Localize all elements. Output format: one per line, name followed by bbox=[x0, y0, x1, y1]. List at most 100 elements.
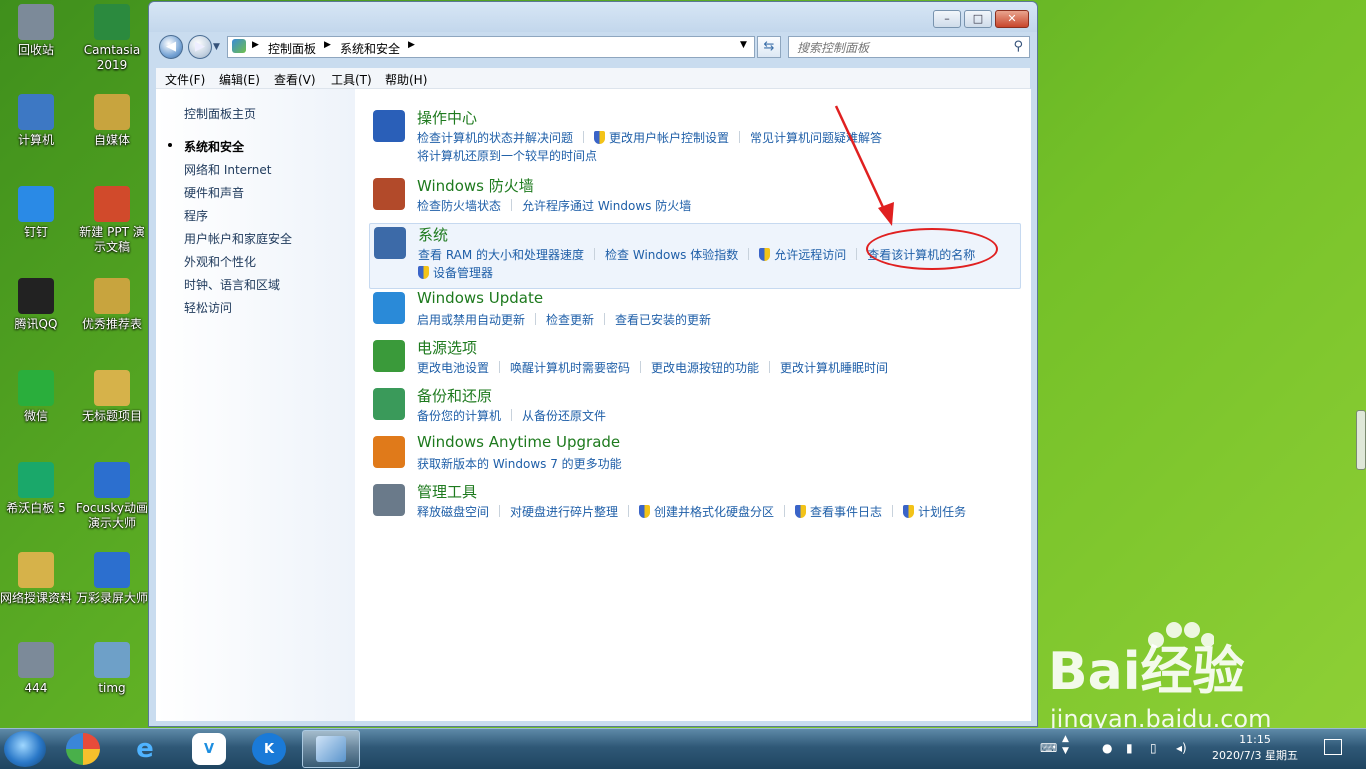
desktop-icon[interactable]: 腾讯QQ bbox=[0, 278, 72, 332]
desktop-icon[interactable]: 回收站 bbox=[0, 4, 72, 58]
task-link[interactable]: 备份您的计算机 bbox=[417, 409, 501, 423]
minimize-button[interactable]: – bbox=[933, 10, 961, 28]
category-title[interactable]: Windows 防火墙 bbox=[417, 175, 534, 196]
menu-help[interactable]: 帮助(H) bbox=[385, 71, 427, 88]
desktop-icon[interactable]: 新建 PPT 演示文稿 bbox=[76, 186, 148, 255]
flag-icon[interactable] bbox=[373, 110, 405, 142]
task-link[interactable]: 更改计算机睡眠时间 bbox=[780, 361, 888, 375]
close-button[interactable]: ✕ bbox=[995, 10, 1029, 28]
k-app-icon[interactable]: K bbox=[252, 733, 286, 765]
task-link[interactable]: 释放磁盘空间 bbox=[417, 505, 489, 519]
desktop-icon[interactable]: timg bbox=[76, 642, 148, 696]
task-link[interactable]: 计划任务 bbox=[918, 505, 966, 519]
ie-browser-icon[interactable]: e bbox=[128, 733, 162, 765]
desktop-icon[interactable]: Camtasia 2019 bbox=[76, 4, 148, 73]
nav-link[interactable]: 硬件和声音 bbox=[184, 184, 244, 201]
category-title[interactable]: 电源选项 bbox=[417, 337, 477, 358]
task-link[interactable]: 检查计算机的状态并解决问题 bbox=[417, 131, 573, 145]
menu-edit[interactable]: 编辑(E) bbox=[219, 71, 260, 88]
category-title[interactable]: 管理工具 bbox=[417, 481, 477, 502]
refresh-button[interactable]: ⇆ bbox=[757, 36, 781, 58]
desktop-icon[interactable]: 优秀推荐表 bbox=[76, 278, 148, 332]
task-link[interactable]: 创建并格式化硬盘分区 bbox=[654, 505, 774, 519]
taskbar-control-panel-active[interactable] bbox=[302, 730, 360, 768]
nav-link[interactable]: 外观和个性化 bbox=[184, 253, 256, 270]
task-link[interactable]: 启用或禁用自动更新 bbox=[417, 313, 525, 327]
menu-view[interactable]: 查看(V) bbox=[274, 71, 316, 88]
desktop-icon[interactable]: 万彩录屏大师 bbox=[76, 552, 148, 606]
task-link[interactable]: 对硬盘进行碎片整理 bbox=[510, 505, 618, 519]
task-link[interactable]: 允许远程访问 bbox=[774, 248, 846, 262]
network-icon[interactable]: ▮ bbox=[1126, 741, 1133, 755]
task-link[interactable]: 查看已安装的更新 bbox=[615, 313, 711, 327]
colorful-app-icon[interactable] bbox=[66, 733, 100, 765]
category-title[interactable]: Windows Anytime Upgrade bbox=[417, 433, 620, 451]
search-input[interactable] bbox=[795, 38, 1009, 58]
menu-file[interactable]: 文件(F) bbox=[165, 71, 205, 88]
category-title[interactable]: 备份和还原 bbox=[417, 385, 492, 406]
breadcrumb-control-panel[interactable]: 控制面板 bbox=[268, 40, 316, 57]
desktop-icon[interactable]: 无标题项目 bbox=[76, 370, 148, 424]
power-icon[interactable] bbox=[373, 340, 405, 372]
task-link[interactable]: 更改用户帐户控制设置 bbox=[609, 131, 729, 145]
clipboard-icon[interactable]: ▯ bbox=[1150, 741, 1157, 755]
admin-tools-icon[interactable] bbox=[373, 484, 405, 516]
menu-tools[interactable]: 工具(T) bbox=[331, 71, 372, 88]
nav-link[interactable]: 系统和安全 bbox=[184, 138, 244, 155]
action-center-icon[interactable] bbox=[1324, 739, 1342, 755]
system-clock[interactable]: 11:15 2020/7/3 星期五 bbox=[1200, 732, 1310, 764]
windows-logo-icon[interactable] bbox=[373, 436, 405, 468]
desktop-icon[interactable]: 钉钉 bbox=[0, 186, 72, 240]
nav-link[interactable]: 轻松访问 bbox=[184, 299, 232, 316]
v-app-icon[interactable]: V bbox=[192, 733, 226, 765]
address-dropdown-icon[interactable]: ▼ bbox=[740, 40, 747, 50]
desktop-icon[interactable]: 微信 bbox=[0, 370, 72, 424]
task-link[interactable]: 查看事件日志 bbox=[810, 505, 882, 519]
desktop-icon[interactable]: 自媒体 bbox=[76, 94, 148, 148]
task-link[interactable]: 从备份还原文件 bbox=[522, 409, 606, 423]
category-title[interactable]: 系统 bbox=[418, 224, 448, 245]
search-icon[interactable]: ⚲ bbox=[1013, 39, 1023, 54]
qq-tray-icon[interactable]: ● bbox=[1102, 741, 1112, 755]
nav-link[interactable]: 用户帐户和家庭安全 bbox=[184, 230, 292, 247]
category-title[interactable]: 操作中心 bbox=[417, 107, 477, 128]
recent-pages-icon[interactable]: ▼ bbox=[213, 42, 220, 52]
maximize-button[interactable]: □ bbox=[964, 10, 992, 28]
desktop-icon[interactable]: 网络授课资料 bbox=[0, 552, 72, 606]
desktop-icon[interactable]: Focusky动画演示大师 bbox=[76, 462, 148, 531]
task-link[interactable]: 查看 RAM 的大小和处理器速度 bbox=[418, 248, 584, 262]
desktop-icon[interactable]: 444 bbox=[0, 642, 72, 696]
start-button[interactable] bbox=[4, 731, 46, 767]
task-link[interactable]: 更改电源按钮的功能 bbox=[651, 361, 759, 375]
firewall-icon[interactable] bbox=[373, 178, 405, 210]
address-bar[interactable]: ▶ 控制面板 ▶ 系统和安全 ▶ ▼ bbox=[227, 36, 755, 58]
control-panel-home-link[interactable]: 控制面板主页 bbox=[184, 105, 256, 122]
task-link[interactable]: 获取新版本的 Windows 7 的更多功能 bbox=[417, 457, 622, 471]
tray-expand-icon[interactable]: ▲ ▼ bbox=[1062, 733, 1069, 757]
back-button[interactable]: ◀ bbox=[159, 35, 183, 59]
uac-shield-icon bbox=[639, 505, 651, 518]
task-link[interactable]: 设备管理器 bbox=[433, 266, 493, 280]
forward-button[interactable]: ▶ bbox=[188, 35, 212, 59]
nav-link[interactable]: 网络和 Internet bbox=[184, 161, 271, 178]
category-title[interactable]: Windows Update bbox=[417, 289, 543, 307]
task-link[interactable]: 检查防火墙状态 bbox=[417, 199, 501, 213]
nav-link[interactable]: 程序 bbox=[184, 207, 208, 224]
desktop-icon[interactable]: 计算机 bbox=[0, 94, 72, 148]
keyboard-icon[interactable]: ⌨ bbox=[1040, 741, 1057, 755]
task-link[interactable]: 将计算机还原到一个较早的时间点 bbox=[417, 149, 597, 163]
title-bar[interactable]: – □ ✕ bbox=[149, 2, 1037, 32]
nav-link[interactable]: 时钟、语言和区域 bbox=[184, 276, 280, 293]
task-link[interactable]: 检查 Windows 体验指数 bbox=[605, 248, 738, 262]
desktop-scroll-handle[interactable] bbox=[1356, 410, 1366, 470]
task-link[interactable]: 唤醒计算机时需要密码 bbox=[510, 361, 630, 375]
task-link[interactable]: 允许程序通过 Windows 防火墙 bbox=[522, 199, 691, 213]
desktop-icon[interactable]: 希沃白板 5 bbox=[0, 462, 72, 516]
backup-icon[interactable] bbox=[373, 388, 405, 420]
task-link[interactable]: 更改电池设置 bbox=[417, 361, 489, 375]
computer-icon[interactable] bbox=[374, 227, 406, 259]
task-link[interactable]: 检查更新 bbox=[546, 313, 594, 327]
breadcrumb-system-security[interactable]: 系统和安全 bbox=[340, 40, 400, 57]
volume-icon[interactable]: ◂) bbox=[1176, 741, 1187, 755]
update-icon[interactable] bbox=[373, 292, 405, 324]
